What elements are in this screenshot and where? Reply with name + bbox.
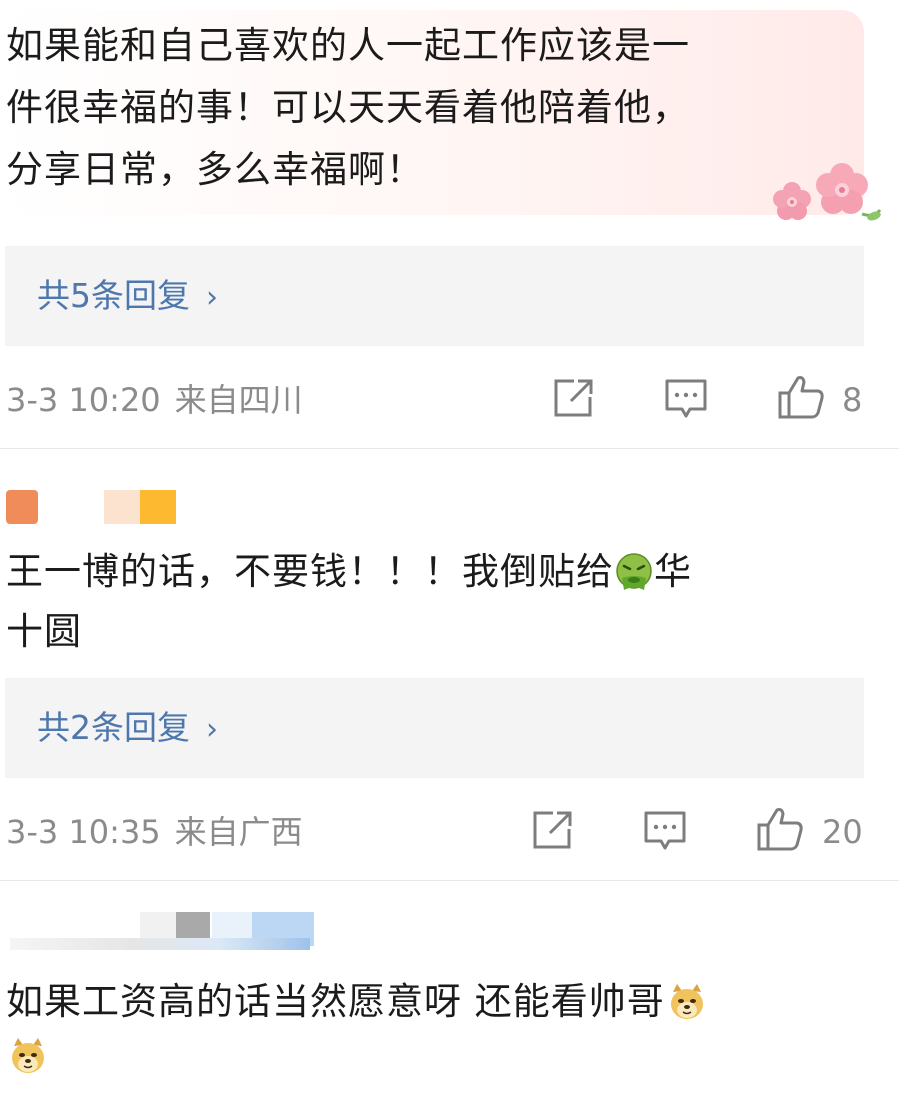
comment-icon[interactable]	[643, 810, 687, 852]
comment-location: 来自四川	[174, 381, 303, 419]
redacted-username	[140, 490, 176, 524]
comment-meta: 3-3 10:35 来自广西	[6, 812, 317, 852]
thumbs-up-icon[interactable]	[777, 374, 825, 420]
share-icon[interactable]	[531, 810, 573, 850]
comment-text: 王一博的话，不要钱！！！我倒贴给	[6, 550, 614, 593]
redacted-username	[10, 938, 310, 950]
comment-text: 华	[654, 550, 692, 593]
comment-meta: 3-3 10:20 来自四川	[6, 380, 317, 420]
nauseated-face-emoji	[614, 552, 654, 592]
like-count: 8	[842, 381, 863, 419]
view-replies-link[interactable]: 共2条回复 ›	[37, 706, 218, 752]
comment-date: 3-3 10:20	[6, 381, 161, 419]
view-replies-label: 共2条回复	[37, 708, 190, 747]
comment-text-line: 分享日常，多么幸福啊！	[6, 148, 424, 191]
replies-panel: 共2条回复 ›	[5, 678, 864, 778]
comment-icon[interactable]	[664, 378, 708, 420]
view-replies-link[interactable]: 共5条回复 ›	[37, 274, 218, 320]
comment-text-line: 如果工资高的话当然愿意呀 还能看帅哥	[6, 970, 707, 1033]
thumbs-up-icon[interactable]	[756, 806, 804, 852]
share-icon[interactable]	[552, 378, 594, 418]
avatar[interactable]	[6, 490, 38, 524]
redacted-username	[104, 490, 140, 524]
replies-panel: 共5条回复 ›	[5, 246, 864, 346]
comment-text-line: 如果能和自己喜欢的人一起工作应该是一	[6, 24, 690, 67]
comment-date: 3-3 10:35	[6, 813, 161, 851]
comment-text: 如果工资高的话当然愿意呀 还能看帅哥	[6, 980, 665, 1023]
divider	[0, 880, 899, 881]
chevron-right-icon: ›	[206, 280, 218, 315]
like-count: 20	[822, 813, 863, 851]
divider	[0, 448, 899, 449]
doge-emoji	[667, 982, 707, 1022]
chevron-right-icon: ›	[206, 712, 218, 747]
comment-text-line: 件很幸福的事！可以天天看着他陪着他，	[6, 86, 690, 129]
comment-text-line: 十圆	[6, 610, 82, 653]
comment-text-line: 王一博的话，不要钱！！！我倒贴给华	[6, 540, 692, 603]
cherry-blossom-decoration	[766, 156, 886, 232]
view-replies-label: 共5条回复	[37, 276, 190, 315]
doge-emoji	[8, 1036, 48, 1076]
comment-location: 来自广西	[174, 813, 303, 851]
